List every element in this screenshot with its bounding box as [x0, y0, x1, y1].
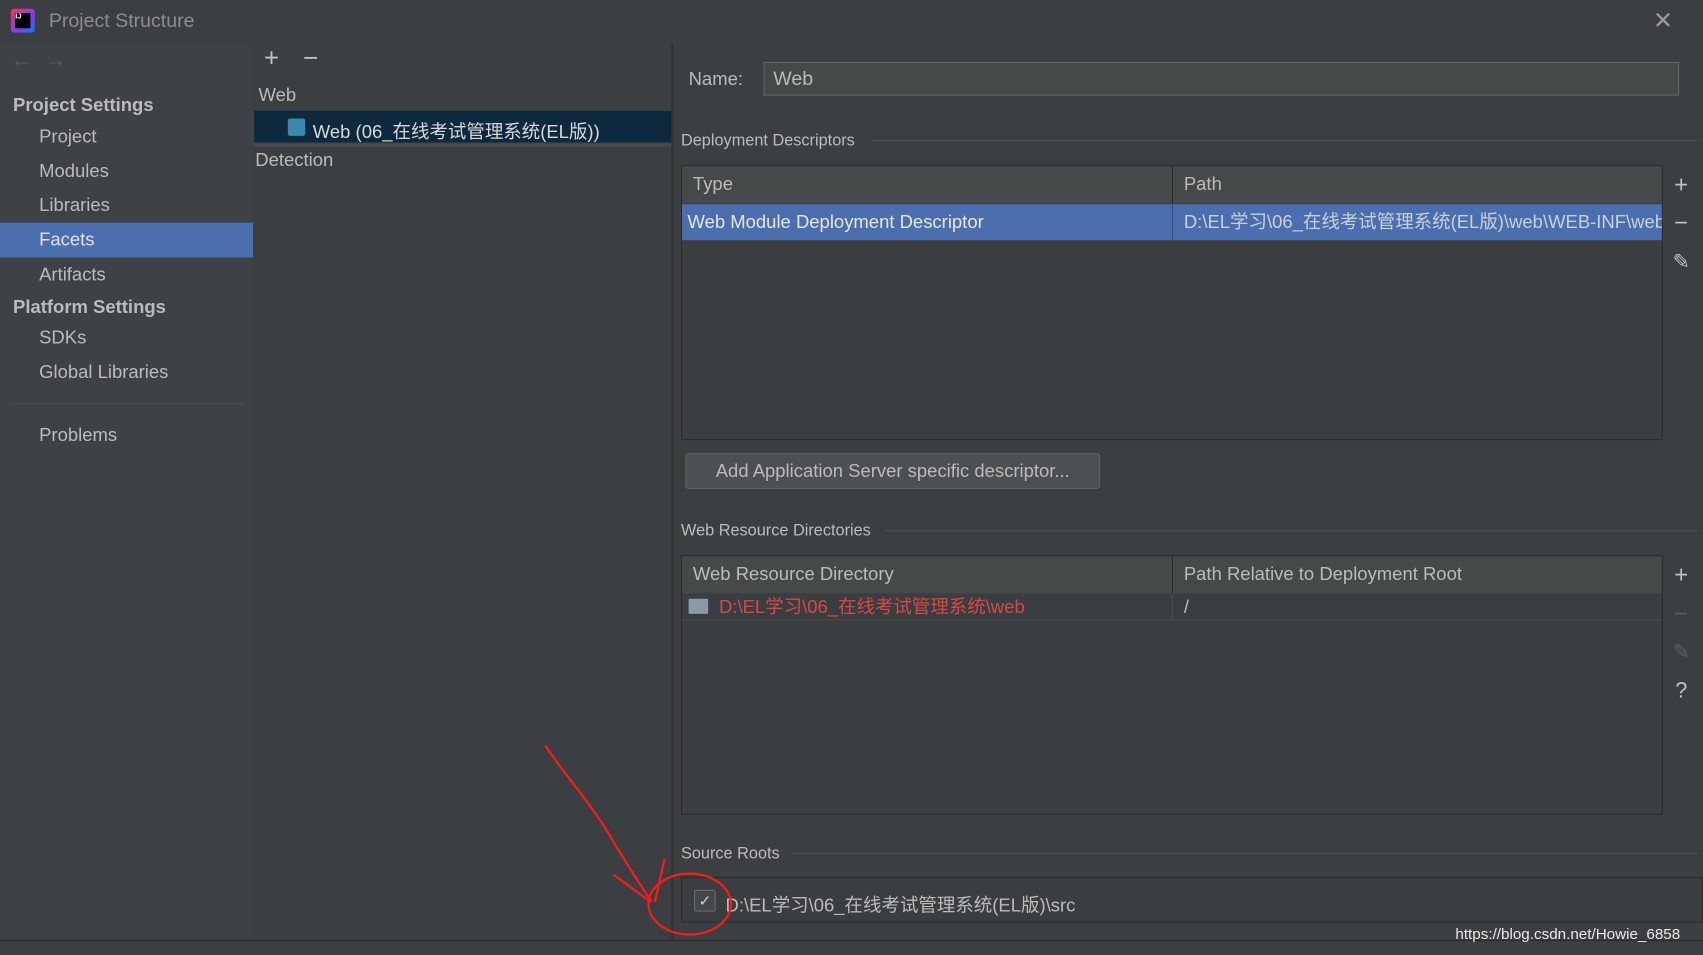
sidebar-item-modules[interactable]: Modules — [0, 154, 253, 189]
nav-arrows: ← → — [11, 48, 67, 73]
project-structure-dialog: IJ Project Structure ✕ ← → Project Setti… — [0, 0, 1703, 955]
add-icon[interactable]: + — [264, 43, 279, 73]
column-web-resource-directory[interactable]: Web Resource Directory — [682, 556, 1172, 593]
help-icon[interactable]: ? — [1665, 679, 1698, 704]
remove-descriptor-icon[interactable]: − — [1665, 209, 1698, 237]
add-web-resource-icon[interactable]: + — [1665, 561, 1698, 589]
relative-path: / — [1171, 594, 1662, 620]
sidebar-item-libraries[interactable]: Libraries — [0, 188, 253, 223]
status-bar — [0, 939, 1703, 955]
table-row[interactable]: Web Module Deployment Descriptor D:\EL学习… — [682, 204, 1662, 241]
remove-web-resource-icon: − — [1674, 599, 1689, 627]
table-header: Web Resource Directory Path Relative to … — [682, 556, 1662, 594]
remove-icon[interactable]: − — [303, 43, 318, 73]
edit-descriptor-icon[interactable]: ✎ — [1665, 250, 1698, 275]
name-input[interactable]: Web — [763, 61, 1680, 96]
column-path[interactable]: Path — [1171, 166, 1662, 204]
facet-label: Web (06_在线考试管理系统(EL版)) — [312, 121, 600, 143]
group-divider — [872, 140, 1698, 142]
back-arrow-icon[interactable]: ← — [11, 48, 33, 72]
source-root-path: D:\EL学习\06_在线考试管理系统(EL版)\src — [725, 895, 1076, 917]
sidebar-item-global-libraries[interactable]: Global Libraries — [0, 355, 253, 390]
sidebar-item-artifacts[interactable]: Artifacts — [0, 258, 253, 293]
group-divider — [885, 530, 1698, 532]
red-annotation — [544, 744, 733, 936]
tree-item-detection[interactable]: Detection — [255, 150, 333, 172]
deployment-descriptors-title: Deployment Descriptors — [680, 131, 855, 150]
web-resources-table: Web Resource Directory Path Relative to … — [680, 555, 1663, 815]
intellij-logo-icon: IJ — [10, 8, 35, 33]
descriptor-type: Web Module Deployment Descriptor — [687, 211, 984, 233]
source-roots-list: ✓ D:\EL学习\06_在线考试管理系统(EL版)\src — [680, 876, 1703, 923]
table-header: Type Path — [682, 166, 1662, 204]
tree-item-web-facet[interactable]: Web (06_在线考试管理系统(EL版)) — [254, 110, 672, 143]
column-type[interactable]: Type — [682, 166, 1172, 203]
group-divider — [791, 852, 1698, 855]
forward-arrow-icon[interactable]: → — [45, 48, 67, 72]
sidebar-divider — [10, 403, 245, 405]
web-folder-icon — [688, 598, 709, 614]
project-settings-heading: Project Settings — [13, 94, 154, 116]
name-label: Name: — [688, 68, 743, 90]
table-row[interactable]: D:\EL学习\06_在线考试管理系统\web / — [682, 594, 1662, 621]
column-relative-path[interactable]: Path Relative to Deployment Root — [1171, 556, 1662, 594]
tree-group-web[interactable]: Web — [258, 85, 296, 107]
web-resource-dir: D:\EL学习\06_在线考试管理系统\web — [718, 596, 1025, 618]
watermark: https://blog.csdn.net/Howie_6858 — [1455, 924, 1681, 943]
window-title: Project Structure — [48, 9, 195, 32]
sidebar-item-facets[interactable]: Facets — [0, 222, 254, 258]
add-descriptor-icon[interactable]: + — [1665, 171, 1698, 199]
tree-divider — [254, 143, 672, 147]
deployment-descriptors-table: Type Path Web Module Deployment Descript… — [680, 165, 1663, 441]
platform-settings-heading: Platform Settings — [13, 296, 166, 318]
web-facet-icon — [287, 118, 306, 136]
sidebar-item-problems[interactable]: Problems — [0, 418, 253, 453]
edit-web-resource-icon: ✎ — [1672, 641, 1690, 664]
web-resource-directories-title: Web Resource Directories — [680, 521, 871, 541]
sidebar-item-sdks[interactable]: SDKs — [0, 321, 253, 356]
descriptor-path: D:\EL学习\06_在线考试管理系统(EL版)\web\WEB-INF\web — [1171, 204, 1662, 241]
close-icon[interactable]: ✕ — [1653, 7, 1673, 35]
title-bar — [0, 0, 1703, 44]
add-server-descriptor-button[interactable]: Add Application Server specific descript… — [685, 453, 1101, 489]
sidebar-item-project[interactable]: Project — [0, 120, 253, 155]
